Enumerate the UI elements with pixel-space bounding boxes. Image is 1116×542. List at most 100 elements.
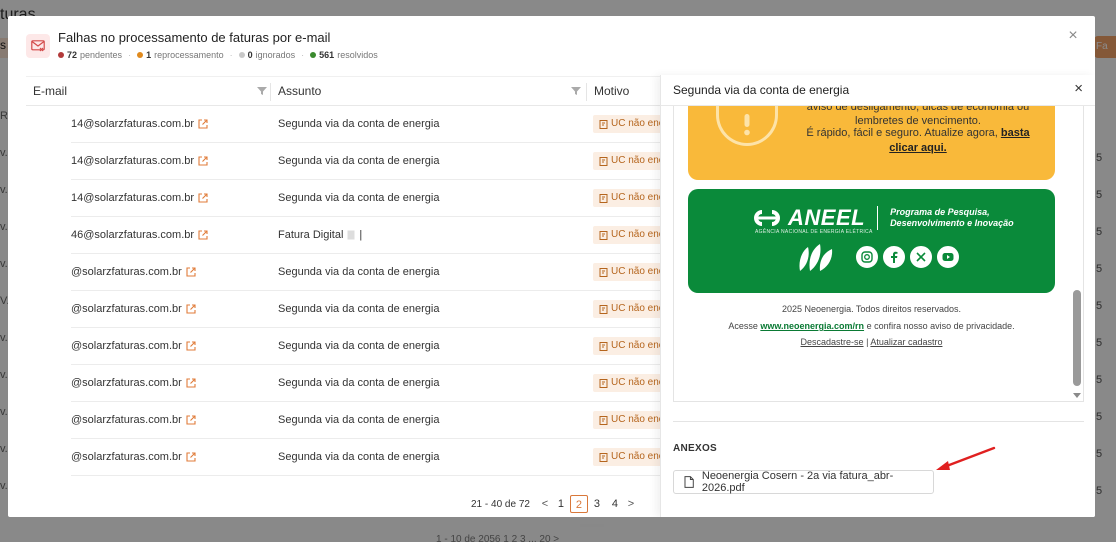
- external-link-icon[interactable]: [186, 452, 196, 462]
- table-row[interactable]: @solarzfaturas.com.br Segunda via da con…: [26, 291, 660, 328]
- motivo-text: UC não enco: [611, 229, 660, 240]
- failures-table: E-mail Assunto Motivo 14@solarzfaturas.c…: [26, 76, 660, 476]
- email-cell: @solarzfaturas.com.br: [71, 402, 196, 438]
- neoenergia-link[interactable]: www.neoenergia.com/rn: [760, 321, 864, 331]
- page-button-2[interactable]: 2: [569, 495, 588, 513]
- table-row[interactable]: @solarzfaturas.com.br Segunda via da con…: [26, 439, 660, 476]
- document-warning-icon: [599, 378, 608, 388]
- exclamation-icon: [744, 114, 750, 136]
- scrollbar-thumb[interactable]: [1073, 290, 1081, 386]
- scroll-down-arrow-icon[interactable]: [1073, 391, 1081, 399]
- instagram-icon[interactable]: [856, 246, 878, 268]
- motivo-text: UC não enco: [611, 303, 660, 314]
- youtube-icon[interactable]: [937, 246, 959, 268]
- external-link-icon[interactable]: [198, 230, 208, 240]
- external-link-icon[interactable]: [198, 193, 208, 203]
- external-link-icon[interactable]: [198, 119, 208, 129]
- email-text: @solarzfaturas.com.br: [71, 451, 182, 463]
- filter-icon[interactable]: [571, 86, 581, 96]
- banner-cta-text: É rápido, fácil e seguro. Atualize agora…: [806, 127, 998, 139]
- subject-cell: Segunda via da conta de energia: [278, 192, 440, 204]
- stat-count: 72: [67, 50, 78, 60]
- pagination-next-button[interactable]: >: [624, 498, 638, 510]
- motivo-text: UC não enco: [611, 377, 660, 388]
- unsubscribe-link[interactable]: Descadastre-se: [801, 337, 864, 347]
- column-header-assunto[interactable]: Assunto: [271, 77, 321, 107]
- motivo-badge: UC não enco: [593, 448, 660, 466]
- external-link-icon[interactable]: [186, 415, 196, 425]
- panel-title: Segunda via da conta de energia: [673, 83, 850, 97]
- aneel-mark-icon: [754, 210, 780, 226]
- document-icon: [347, 230, 355, 240]
- status-summary: 72 pendentes · 1 reprocessamento · 0 ignora…: [58, 50, 378, 60]
- banner-text-bottom: É rápido, fácil e seguro. Atualize agora…: [798, 126, 1038, 156]
- subject-suffix: |: [359, 229, 363, 241]
- table-row[interactable]: 14@solarzfaturas.com.br Segunda via da c…: [26, 180, 660, 217]
- panel-close-button[interactable]: ×: [1074, 81, 1083, 97]
- page-button-4[interactable]: 4: [606, 495, 624, 513]
- email-text: @solarzfaturas.com.br: [71, 377, 182, 389]
- external-link-icon[interactable]: [198, 156, 208, 166]
- column-header-motivo[interactable]: Motivo: [587, 77, 629, 107]
- aneel-subtitle: AGÊNCIA NACIONAL DE ENERGIA ELÉTRICA: [755, 229, 873, 235]
- attachment-item[interactable]: Neoenergia Cosern - 2a via fatura_abr-20…: [673, 470, 934, 494]
- file-icon: [684, 476, 694, 488]
- update-profile-link[interactable]: Atualizar cadastro: [870, 337, 942, 347]
- document-warning-icon: [599, 193, 608, 203]
- table-row[interactable]: 14@solarzfaturas.com.br Segunda via da c…: [26, 106, 660, 143]
- subject-cell: Segunda via da conta de energia: [278, 377, 440, 389]
- subject-cell: Segunda via da conta de energia: [278, 303, 440, 315]
- modal-close-button[interactable]: ×: [1065, 28, 1081, 44]
- stat-count: 1: [146, 50, 152, 60]
- background-drag-handle: [580, 524, 604, 527]
- filter-icon[interactable]: [257, 86, 267, 96]
- failures-modal: Falhas no processamento de faturas por e…: [8, 16, 1095, 517]
- email-body-content: aviso de desligamento, dicas de economia…: [674, 106, 1071, 401]
- document-warning-icon: [599, 304, 608, 314]
- subject-cell: Segunda via da conta de energia: [278, 340, 440, 352]
- footer-links-line: Descadastre-se | Atualizar cadastro: [674, 337, 1069, 347]
- stat-label: reprocessamento: [154, 50, 224, 60]
- stat-label: resolvidos: [337, 50, 378, 60]
- external-link-icon[interactable]: [186, 341, 196, 351]
- table-row[interactable]: @solarzfaturas.com.br Segunda via da con…: [26, 365, 660, 402]
- background-pagination: 1 - 10 de 2056 1 2 3 ... 20 >: [436, 534, 560, 542]
- motivo-text: UC não enco: [611, 414, 660, 425]
- pagination-prev-button[interactable]: <: [538, 498, 552, 510]
- email-body-frame[interactable]: aviso de desligamento, dicas de economia…: [673, 106, 1084, 402]
- stat-separator: ·: [229, 50, 233, 60]
- table-row[interactable]: @solarzfaturas.com.br Segunda via da con…: [26, 402, 660, 439]
- email-text: 14@solarzfaturas.com.br: [71, 118, 195, 130]
- external-link-icon[interactable]: [186, 378, 196, 388]
- motivo-badge: UC não enco: [593, 189, 660, 207]
- email-preview-panel: Segunda via da conta de energia × aviso …: [660, 75, 1095, 517]
- subject-cell: Segunda via da conta de energia: [278, 414, 440, 426]
- document-warning-icon: [599, 119, 608, 129]
- page-button-1[interactable]: 1: [552, 495, 570, 513]
- table-row[interactable]: 14@solarzfaturas.com.br Segunda via da c…: [26, 143, 660, 180]
- motivo-text: UC não enco: [611, 340, 660, 351]
- table-row[interactable]: @solarzfaturas.com.br Segunda via da con…: [26, 254, 660, 291]
- motivo-badge: UC não enco: [593, 374, 660, 392]
- table-row[interactable]: @solarzfaturas.com.br Segunda via da con…: [26, 328, 660, 365]
- facebook-icon[interactable]: [883, 246, 905, 268]
- attachment-filename: Neoenergia Cosern - 2a via fatura_abr-20…: [701, 470, 894, 494]
- table-body: 14@solarzfaturas.com.br Segunda via da c…: [26, 106, 660, 476]
- motivo-badge: UC não enco: [593, 337, 660, 355]
- table-row[interactable]: 46@solarzfaturas.com.br Fatura Digital | …: [26, 217, 660, 254]
- stat-reprocessamento: 1 reprocessamento: [137, 50, 224, 60]
- page-button-3[interactable]: 3: [588, 495, 606, 513]
- x-twitter-icon[interactable]: [910, 246, 932, 268]
- email-scrollbar[interactable]: [1071, 106, 1083, 401]
- modal-header: Falhas no processamento de faturas por e…: [8, 16, 1095, 76]
- column-header-email[interactable]: E-mail: [26, 77, 67, 107]
- attachments-label: ANEXOS: [673, 443, 718, 454]
- email-text: @solarzfaturas.com.br: [71, 266, 182, 278]
- stat-pendentes: 72 pendentes: [58, 50, 122, 60]
- document-warning-icon: [599, 230, 608, 240]
- status-dot: [58, 52, 64, 58]
- motivo-badge: UC não enco: [593, 152, 660, 170]
- aneel-banner: ANEEL Programa de Pesquisa, Desenvolvimen…: [688, 189, 1055, 293]
- external-link-icon[interactable]: [186, 304, 196, 314]
- external-link-icon[interactable]: [186, 267, 196, 277]
